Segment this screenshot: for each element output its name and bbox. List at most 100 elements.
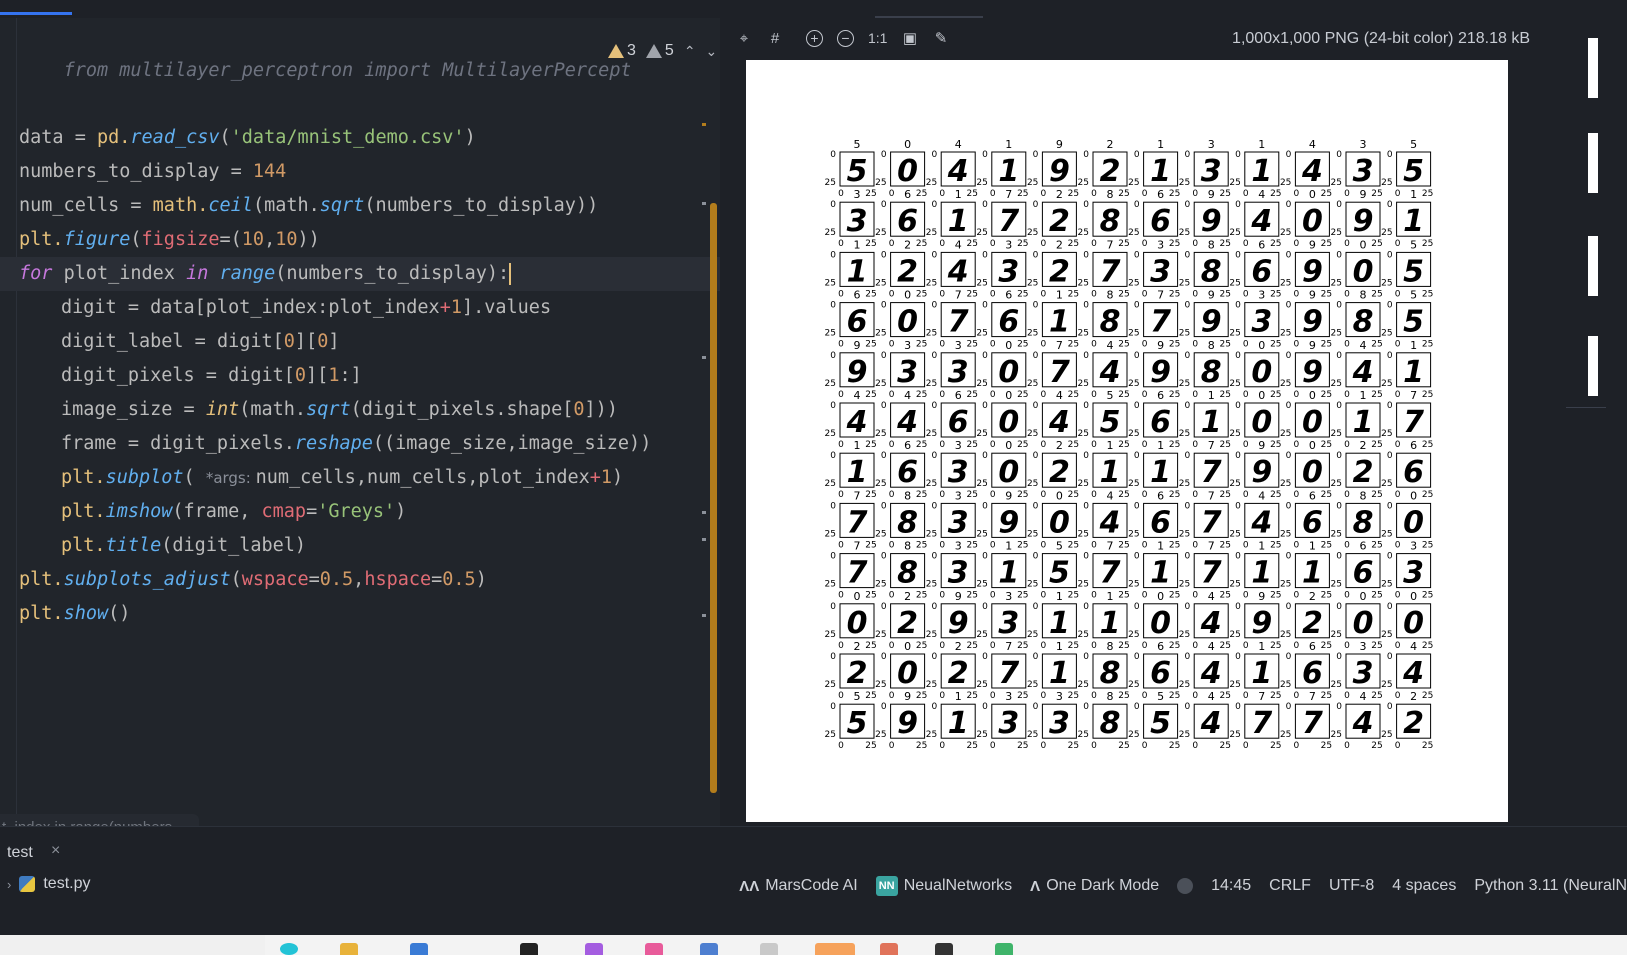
run-tab-test[interactable]: test: [7, 844, 33, 862]
project-widget[interactable]: NN NeualNetworks: [875, 876, 1012, 896]
actual-size-button[interactable]: 1:1: [868, 30, 887, 46]
y-tick-label: 0: [1235, 652, 1241, 662]
x-tick-label: 0: [1192, 440, 1198, 450]
taskbar-app-icon[interactable]: [760, 943, 778, 955]
taskbar-app-icon[interactable]: [585, 943, 603, 955]
side-tab[interactable]: [1588, 133, 1598, 193]
theme-widget[interactable]: Λ One Dark Mode: [1030, 877, 1159, 895]
y-tick-label: 25: [1027, 529, 1038, 539]
y-tick-label: 25: [926, 329, 937, 339]
y-tick-label: 0: [1387, 702, 1393, 712]
x-tick-label: 25: [865, 540, 876, 550]
zoom-out-icon[interactable]: −: [837, 30, 854, 47]
background-icon[interactable]: ▣: [901, 30, 919, 48]
error-count[interactable]: 3: [608, 42, 636, 60]
side-tab[interactable]: [1588, 336, 1598, 396]
subplot-title: 0: [1005, 439, 1012, 452]
x-tick-label: 0: [1243, 340, 1249, 350]
x-tick-label: 25: [1422, 540, 1433, 550]
x-tick-label: 25: [1219, 490, 1230, 500]
x-tick-label: 25: [1219, 390, 1230, 400]
side-tab[interactable]: [1588, 236, 1598, 296]
x-tick-label: 0: [889, 741, 895, 751]
taskbar-app-icon[interactable]: [815, 943, 855, 955]
digit-image: 7: [1100, 556, 1121, 591]
inspection-widget[interactable]: 3 5 ⌃ ⌄: [608, 40, 717, 62]
subplot-title: 4: [1107, 339, 1114, 352]
y-tick-label: 0: [1033, 552, 1039, 562]
code-line-15[interactable]: plt.show(): [19, 597, 130, 631]
code-line-11[interactable]: plt.subplot( *args: num_cells,num_cells,…: [61, 461, 623, 495]
code-line-5-current[interactable]: for plot_index in range(numbers_to_displ…: [0, 257, 735, 291]
editor-scrollbar[interactable]: [710, 203, 717, 793]
subplot-title: 5: [1410, 138, 1417, 151]
side-tab[interactable]: [1588, 38, 1598, 98]
grid-icon[interactable]: #: [766, 30, 784, 48]
indent-setting[interactable]: 4 spaces: [1392, 877, 1456, 895]
y-tick-label: 0: [1387, 301, 1393, 311]
close-icon[interactable]: ×: [51, 842, 60, 860]
ai-status[interactable]: [1177, 878, 1194, 894]
code-line-10[interactable]: frame = digit_pixels.reshape((image_size…: [61, 427, 651, 461]
chevron-up-icon[interactable]: ⌃: [684, 43, 696, 60]
fit-to-window-icon[interactable]: ⌖: [735, 30, 753, 48]
digit-image: 4: [1099, 355, 1121, 390]
taskbar-app-icon[interactable]: [700, 943, 718, 955]
code-line-3[interactable]: num_cells = math.ceil(math.sqrt(numbers_…: [19, 189, 598, 223]
code-line-6[interactable]: digit = data[plot_index:plot_index+1].va…: [61, 291, 551, 325]
y-tick-label: 0: [982, 301, 988, 311]
x-tick-label: 25: [1321, 239, 1332, 249]
x-tick-label: 25: [1118, 641, 1129, 651]
digit-image: 9: [1150, 355, 1171, 390]
x-tick-label: 0: [1294, 490, 1300, 500]
warning-count[interactable]: 5: [645, 42, 674, 60]
code-line-14[interactable]: plt.subplots_adjust(wspace=0.5,hspace=0.…: [19, 563, 487, 597]
code-line-9[interactable]: image_size = int(math.sqrt(digit_pixels.…: [61, 393, 618, 427]
taskbar-app-icon[interactable]: [935, 943, 953, 955]
code-line-1[interactable]: data = pd.read_csv('data/mnist_demo.csv'…: [19, 121, 476, 155]
taskbar-app-icon[interactable]: [410, 943, 428, 955]
y-tick-label: 0: [1387, 602, 1393, 612]
subplot-title: 9: [1258, 439, 1265, 452]
python-interpreter[interactable]: Python 3.11 (NeuralN: [1474, 877, 1627, 895]
x-tick-label: 25: [1118, 189, 1129, 199]
y-tick-label: 25: [875, 329, 886, 339]
code-line-8[interactable]: digit_pixels = digit[0][1:]: [61, 359, 362, 393]
file-tree-row[interactable]: › test.py: [7, 875, 90, 893]
chevron-down-icon[interactable]: ⌄: [706, 43, 718, 60]
code-line-4[interactable]: plt.figure(figsize=(10,10)): [19, 223, 320, 257]
taskbar-app-icon[interactable]: [645, 943, 663, 955]
sticky-header-line[interactable]: from multilayer_perceptron import Multil…: [19, 20, 630, 81]
x-tick-label: 0: [838, 340, 844, 350]
subplot-title: 4: [1410, 640, 1417, 653]
code-editor[interactable]: from multilayer_perceptron import Multil…: [0, 18, 743, 842]
taskbar-app-icon[interactable]: [340, 943, 358, 955]
digit-image: 0: [998, 455, 1019, 490]
code-line-2[interactable]: numbers_to_display = 144: [19, 155, 286, 189]
digit-image: 0: [1353, 606, 1374, 641]
y-tick-label: 25: [1280, 630, 1291, 640]
x-tick-label: 25: [1371, 741, 1382, 751]
taskbar-app-icon[interactable]: [880, 943, 898, 955]
taskbar-app-icon[interactable]: [995, 943, 1013, 955]
x-tick-label: 0: [1294, 741, 1300, 751]
digit-image: 0: [897, 656, 918, 691]
caret-position[interactable]: 14:45: [1211, 877, 1251, 895]
code-line-7[interactable]: digit_label = digit[0][0]: [61, 325, 339, 359]
chevron-right-icon[interactable]: ›: [7, 877, 11, 892]
y-tick-label: 0: [881, 250, 887, 260]
x-tick-label: 25: [966, 741, 977, 751]
taskbar-app-icon[interactable]: [520, 943, 538, 955]
zoom-in-icon[interactable]: +: [806, 30, 823, 47]
code-line-13[interactable]: plt.title(digit_label): [61, 529, 306, 563]
code-line-12[interactable]: plt.imshow(frame, cmap='Greys'): [61, 495, 406, 529]
x-tick-label: 0: [1192, 390, 1198, 400]
y-tick-label: 0: [881, 501, 887, 511]
digit-image: 3: [948, 505, 969, 540]
line-separator[interactable]: CRLF: [1269, 877, 1311, 895]
file-encoding[interactable]: UTF-8: [1329, 877, 1374, 895]
color-picker-icon[interactable]: ✎: [932, 30, 950, 48]
scroll-marker: [702, 202, 706, 205]
taskbar-app-icon[interactable]: [280, 943, 298, 955]
marscode-widget[interactable]: ΛΛ MarsCode AI: [739, 877, 858, 895]
